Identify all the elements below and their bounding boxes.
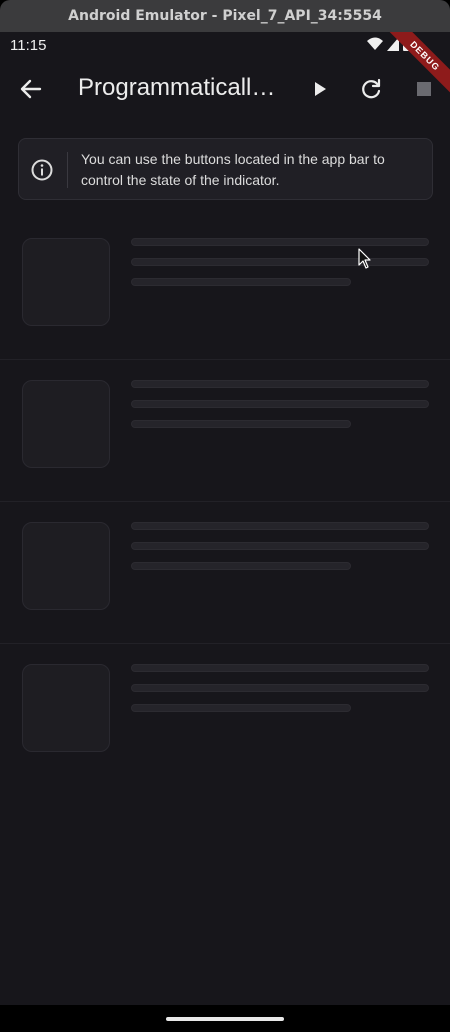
skeleton-thumbnail (22, 238, 110, 326)
play-icon (315, 82, 326, 96)
skeleton-line (131, 278, 351, 286)
app-bar: Programmaticall… (0, 60, 450, 118)
skeleton-line (131, 238, 429, 246)
skeleton-line (131, 420, 351, 428)
skeleton-line (131, 400, 429, 408)
navigation-bar (0, 1005, 450, 1032)
skeleton-line (131, 522, 429, 530)
device-screen: 11:15 DEBUG Programmaticall… You can use… (0, 32, 450, 1005)
info-icon (31, 159, 53, 181)
skeleton-thumbnail (22, 522, 110, 610)
back-button[interactable] (11, 69, 51, 109)
skeleton-list-item (0, 218, 450, 360)
skeleton-line (131, 684, 429, 692)
emulator-window-title: Android Emulator - Pixel_7_API_34:5554 (0, 0, 450, 32)
wifi-icon (367, 37, 383, 50)
status-bar: 11:15 (0, 32, 450, 60)
skeleton-line (131, 380, 429, 388)
info-message: You can use the buttons located in the a… (81, 151, 385, 188)
skeleton-line (131, 542, 429, 550)
skeleton-list-item (0, 644, 450, 786)
skeleton-line (131, 562, 351, 570)
home-gesture-handle[interactable] (166, 1017, 284, 1021)
refresh-button[interactable] (351, 69, 391, 109)
skeleton-list-item (0, 360, 450, 502)
skeleton-list-item (0, 502, 450, 644)
refresh-icon (362, 78, 381, 99)
status-time: 11:15 (10, 37, 47, 54)
mouse-cursor-icon (358, 248, 371, 269)
stop-icon (417, 82, 431, 96)
back-arrow-icon (20, 79, 42, 99)
play-button[interactable] (300, 69, 340, 109)
skeleton-line (131, 664, 429, 672)
skeleton-line (131, 258, 429, 266)
info-divider (67, 152, 68, 188)
page-title: Programmaticall… (78, 74, 276, 101)
skeleton-line (131, 704, 351, 712)
skeleton-thumbnail (22, 664, 110, 752)
stop-button[interactable] (404, 69, 444, 109)
skeleton-thumbnail (22, 380, 110, 468)
info-card: You can use the buttons located in the a… (18, 138, 433, 200)
